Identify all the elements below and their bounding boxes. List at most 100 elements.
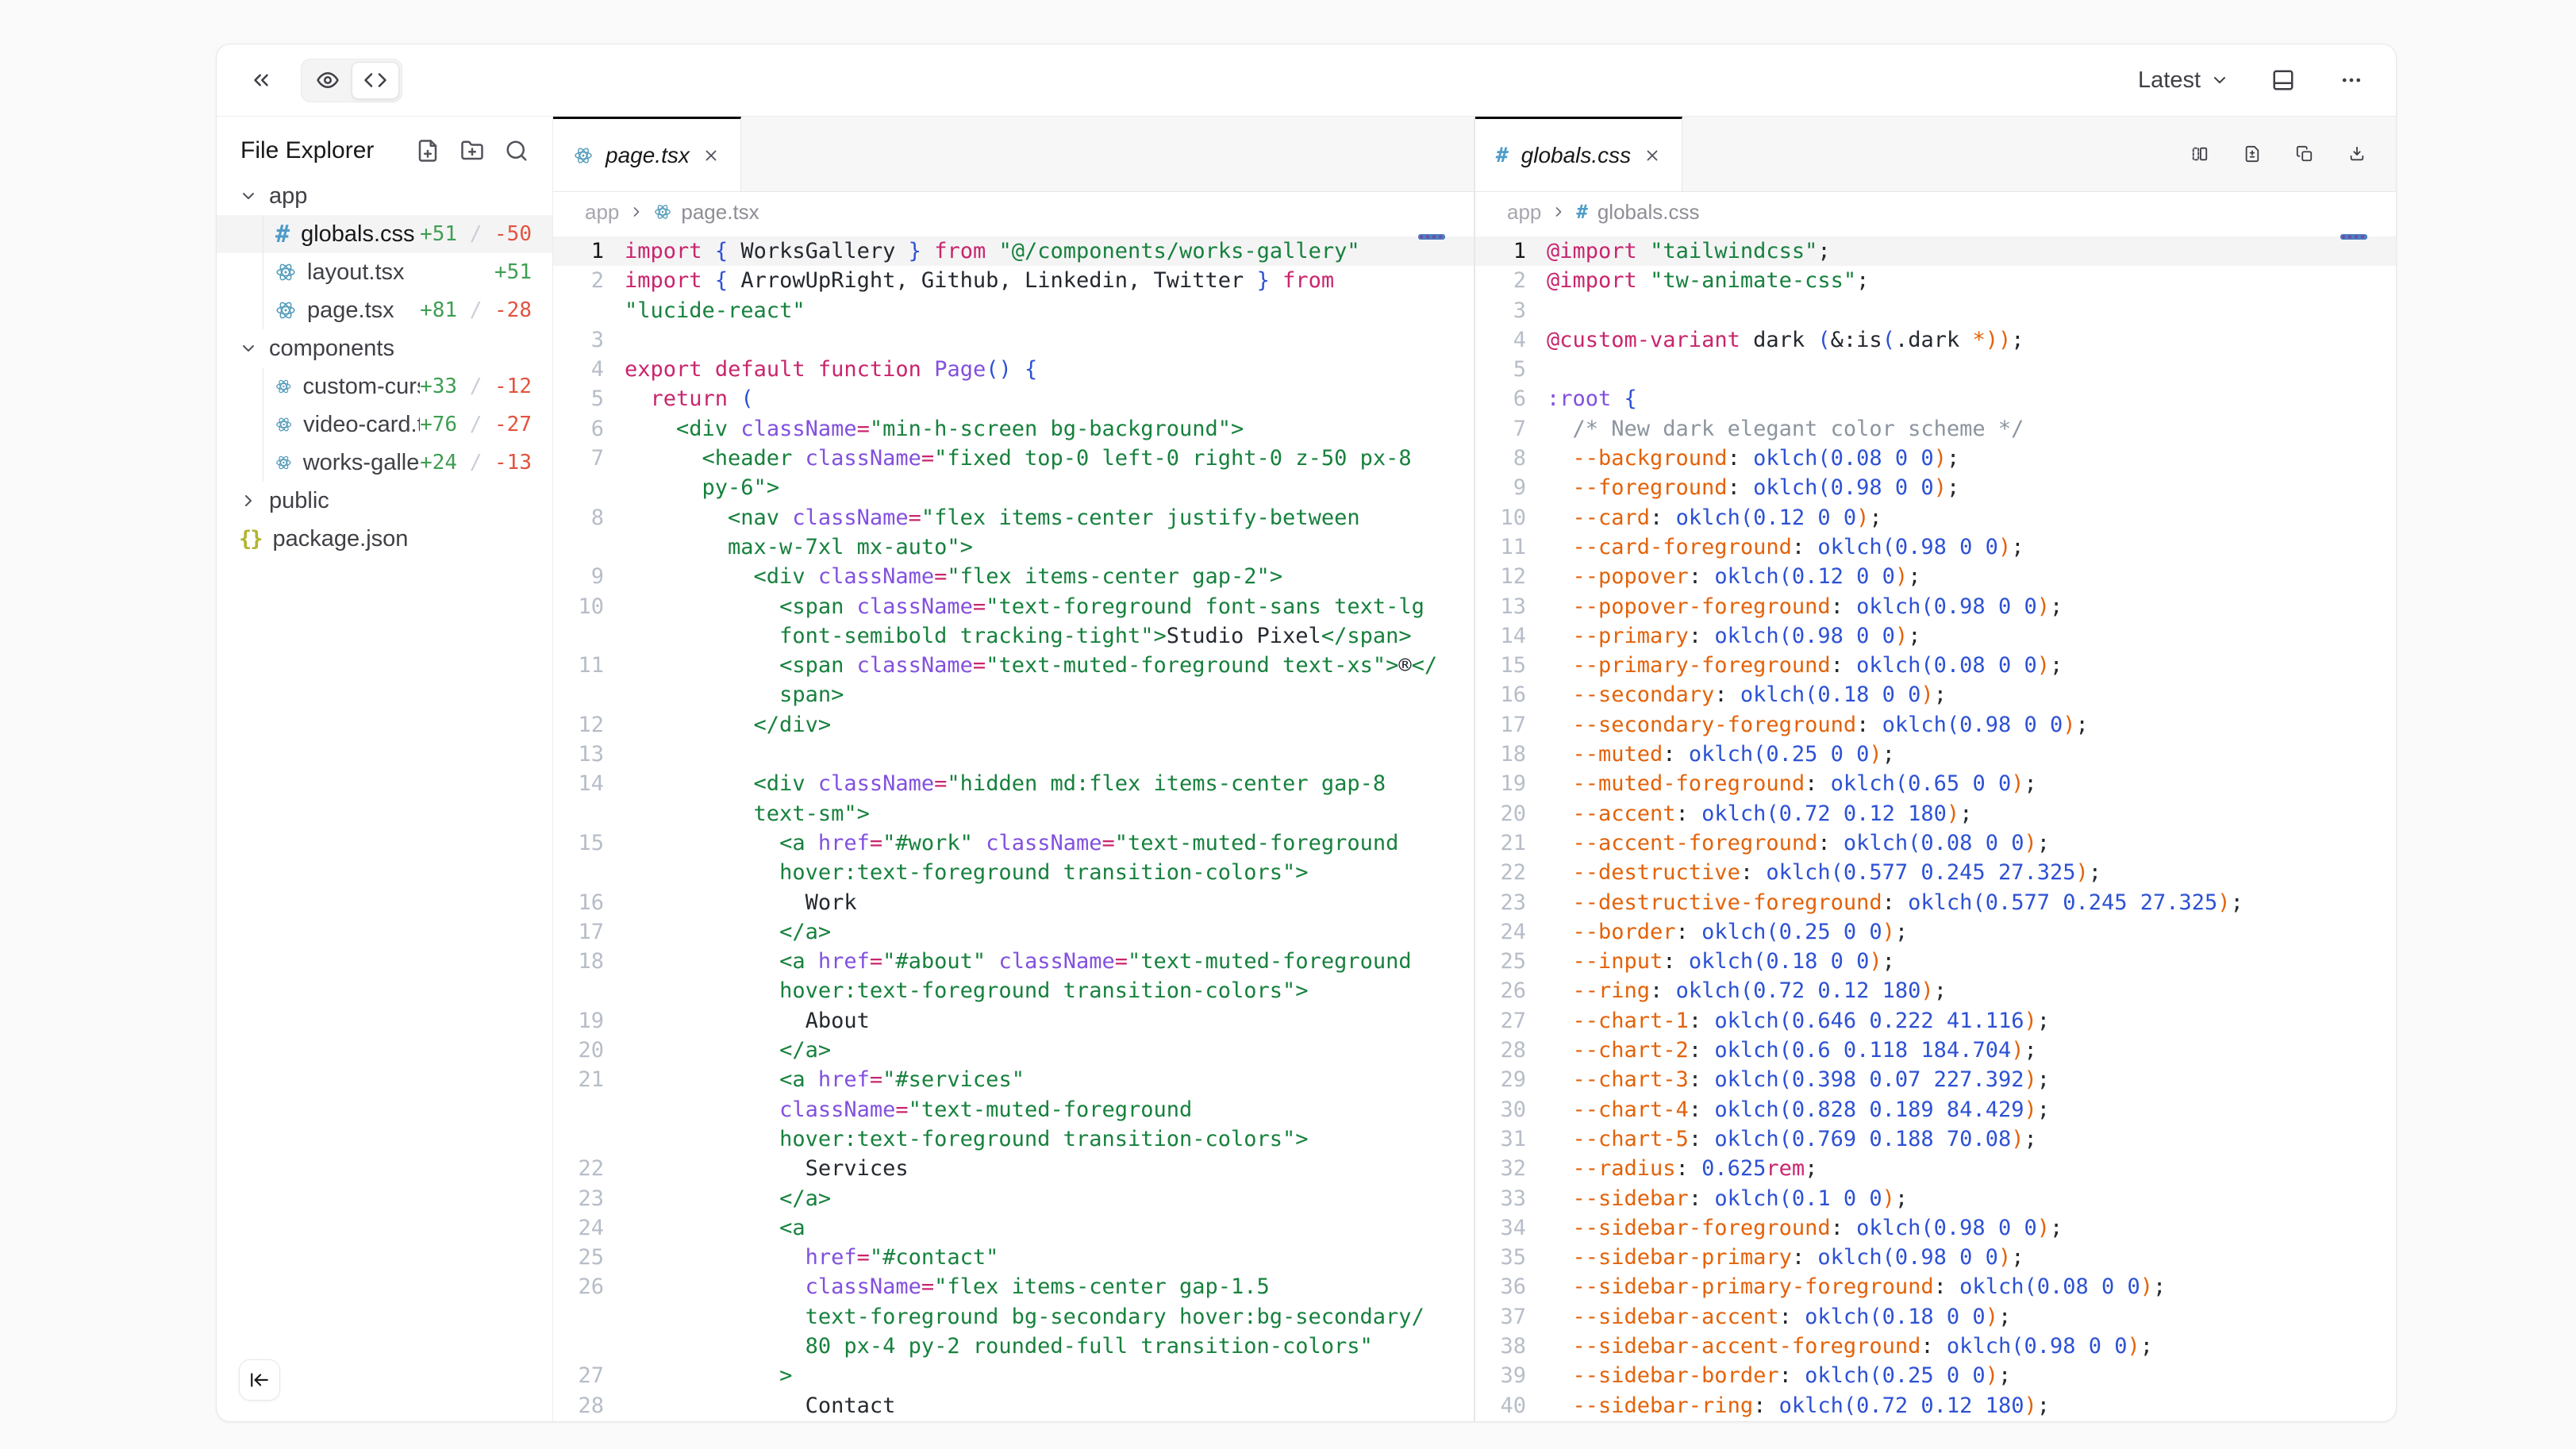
code-row: font-semibold tracking-tight">Studio Pix… bbox=[553, 621, 1474, 651]
tree-item-label: globals.css bbox=[301, 221, 414, 248]
code-row: 11--card-foreground: oklch(0.98 0 0); bbox=[1475, 532, 2396, 562]
line-number: 15 bbox=[1475, 651, 1526, 680]
code-row: 9--foreground: oklch(0.98 0 0); bbox=[1475, 473, 2396, 502]
tab-globals-css[interactable]: # globals.css bbox=[1475, 117, 1682, 191]
tree-folder-public[interactable]: public bbox=[217, 482, 552, 520]
line-number: 16 bbox=[1475, 680, 1526, 709]
line-number bbox=[553, 1095, 604, 1124]
code-line-text: --sidebar-foreground: oklch(0.98 0 0); bbox=[1547, 1213, 2063, 1243]
breadcrumb-folder[interactable]: app bbox=[1507, 200, 1541, 225]
scroll-position-marker bbox=[1418, 234, 1445, 240]
tree-file-package.json[interactable]: {}package.json bbox=[217, 520, 552, 558]
collapse-panel-button[interactable] bbox=[242, 61, 280, 99]
file-diff-button[interactable] bbox=[2239, 140, 2266, 167]
code-editor-globals-css[interactable]: 1@import "tailwindcss";2@import "tw-anim… bbox=[1475, 232, 2396, 1421]
new-folder-button[interactable] bbox=[460, 139, 484, 163]
new-file-button[interactable] bbox=[416, 139, 440, 163]
download-button[interactable] bbox=[2343, 140, 2370, 167]
copy-icon bbox=[2296, 142, 2313, 166]
copy-code-button[interactable] bbox=[2291, 140, 2318, 167]
code-row: 15<a href="#work" className="text-muted-… bbox=[553, 828, 1474, 858]
file-diff-icon bbox=[2243, 142, 2261, 166]
code-row: 16Work bbox=[553, 888, 1474, 917]
code-toggle-button[interactable] bbox=[352, 62, 399, 99]
breadcrumb-file[interactable]: page.tsx bbox=[681, 200, 759, 225]
line-number: 32 bbox=[1475, 1154, 1526, 1183]
tree-item-label: works-galler… bbox=[303, 450, 420, 476]
split-panel-icon bbox=[2191, 142, 2209, 166]
tree-file-globals.css[interactable]: #globals.css+51 / -50 bbox=[217, 215, 552, 253]
line-number: 12 bbox=[1475, 562, 1526, 591]
code-row: 32 --radius: 0.625rem; bbox=[1475, 1154, 2396, 1183]
toolbar-right: Latest bbox=[2133, 61, 2370, 99]
preview-toggle-button[interactable] bbox=[304, 62, 352, 99]
code-line-text: href="#contact" bbox=[625, 1243, 998, 1272]
diff-badge: +81 / -28 bbox=[420, 298, 532, 322]
code-line-text: export default function Page() { bbox=[625, 355, 1037, 384]
line-number: 27 bbox=[553, 1361, 604, 1390]
code-line-text: --chart-4: oklch(0.828 0.189 84.429); bbox=[1547, 1095, 2050, 1124]
tab-page-tsx[interactable]: page.tsx bbox=[553, 117, 741, 191]
panel-bottom-button[interactable] bbox=[2264, 61, 2302, 99]
code-line-text: import { ArrowUpRight, Github, Linkedin,… bbox=[625, 266, 1334, 295]
search-icon bbox=[505, 139, 529, 163]
code-line-text: import { WorksGallery } from "@/componen… bbox=[625, 236, 1360, 266]
code-line-text: --radius: 0.625rem; bbox=[1547, 1154, 1817, 1183]
code-row: 4@custom-variant dark (&:is(.dark *)); bbox=[1475, 325, 2396, 355]
tree-file-video-card.tsx[interactable]: video-card.tsx+76 / -27 bbox=[217, 405, 552, 444]
search-files-button[interactable] bbox=[505, 139, 529, 163]
line-number: 3 bbox=[553, 325, 604, 355]
tree-file-works-galler[interactable]: works-galler…+24 / -13 bbox=[217, 444, 552, 482]
tree-file-page.tsx[interactable]: page.tsx+81 / -28 bbox=[217, 291, 552, 329]
split-view-button[interactable] bbox=[2186, 140, 2213, 167]
collapse-sidebar-button[interactable] bbox=[239, 1359, 280, 1401]
breadcrumb-folder[interactable]: app bbox=[585, 200, 619, 225]
version-dropdown[interactable]: Latest bbox=[2133, 67, 2234, 94]
close-icon[interactable] bbox=[702, 147, 720, 164]
line-number: 28 bbox=[553, 1391, 604, 1420]
code-row: 29<ArrowUpRight className="w-4 h-4" /> bbox=[553, 1420, 1474, 1421]
code-line-text: <div className="hidden md:flex items-cen… bbox=[625, 769, 1386, 798]
code-editor-page-tsx[interactable]: 1import { WorksGallery } from "@/compone… bbox=[553, 232, 1474, 1421]
code-row: 35--sidebar-primary: oklch(0.98 0 0); bbox=[1475, 1243, 2396, 1272]
line-number: 3 bbox=[1475, 296, 1526, 325]
breadcrumb-file[interactable]: globals.css bbox=[1598, 200, 1700, 225]
code-line-text: --chart-3: oklch(0.398 0.07 227.392); bbox=[1547, 1065, 2050, 1094]
react-icon bbox=[275, 262, 296, 282]
code-line-text: py-6"> bbox=[625, 473, 779, 502]
code-line-text: <div className="flex items-center gap-2"… bbox=[625, 562, 1282, 591]
more-options-button[interactable] bbox=[2332, 61, 2370, 99]
file-tree: app#globals.css+51 / -50layout.tsx+51pag… bbox=[217, 177, 552, 558]
code-row: 26className="flex items-center gap-1.5 bbox=[553, 1272, 1474, 1301]
line-number: 10 bbox=[1475, 503, 1526, 532]
close-icon[interactable] bbox=[1644, 147, 1661, 164]
line-number: 21 bbox=[1475, 828, 1526, 858]
code-line-text: hover:text-foreground transition-colors"… bbox=[625, 858, 1309, 887]
code-row: 25 href="#contact" bbox=[553, 1243, 1474, 1272]
line-number: 5 bbox=[553, 384, 604, 413]
code-row: text-foreground bg-secondary hover:bg-se… bbox=[553, 1302, 1474, 1332]
tree-file-layout.tsx[interactable]: layout.tsx+51 bbox=[217, 253, 552, 291]
line-number: 8 bbox=[1475, 444, 1526, 473]
editor-pane-globals-css: # globals.css bbox=[1474, 117, 2396, 1421]
code-row: hover:text-foreground transition-colors"… bbox=[553, 976, 1474, 1005]
ellipsis-icon bbox=[2340, 68, 2363, 92]
line-number: 7 bbox=[553, 444, 604, 473]
code-line-text: --chart-5: oklch(0.769 0.188 70.08); bbox=[1547, 1124, 2037, 1154]
code-line-text: --sidebar-primary: oklch(0.98 0 0); bbox=[1547, 1243, 2024, 1272]
diff-badge: +51 / -50 bbox=[420, 222, 532, 246]
code-line-text: return ( bbox=[625, 384, 754, 413]
code-line-text: --sidebar-primary-foreground: oklch(0.08… bbox=[1547, 1272, 2166, 1301]
tree-folder-components[interactable]: components bbox=[217, 329, 552, 367]
line-number: 25 bbox=[553, 1243, 604, 1272]
code-row: 26--ring: oklch(0.72 0.12 180); bbox=[1475, 976, 2396, 1005]
code-row: 27> bbox=[553, 1361, 1474, 1390]
code-line-text: hover:text-foreground transition-colors"… bbox=[625, 1124, 1309, 1154]
tree-folder-app[interactable]: app bbox=[217, 177, 552, 215]
react-icon bbox=[654, 203, 671, 221]
breadcrumb-left: app page.tsx bbox=[553, 192, 1474, 232]
tree-file-custom-curs[interactable]: custom-curs…+33 / -12 bbox=[217, 367, 552, 405]
code-row: 22--destructive: oklch(0.577 0.245 27.32… bbox=[1475, 858, 2396, 887]
code-row: 8<nav className="flex items-center justi… bbox=[553, 503, 1474, 532]
code-row: 1@import "tailwindcss"; bbox=[1475, 236, 2396, 266]
